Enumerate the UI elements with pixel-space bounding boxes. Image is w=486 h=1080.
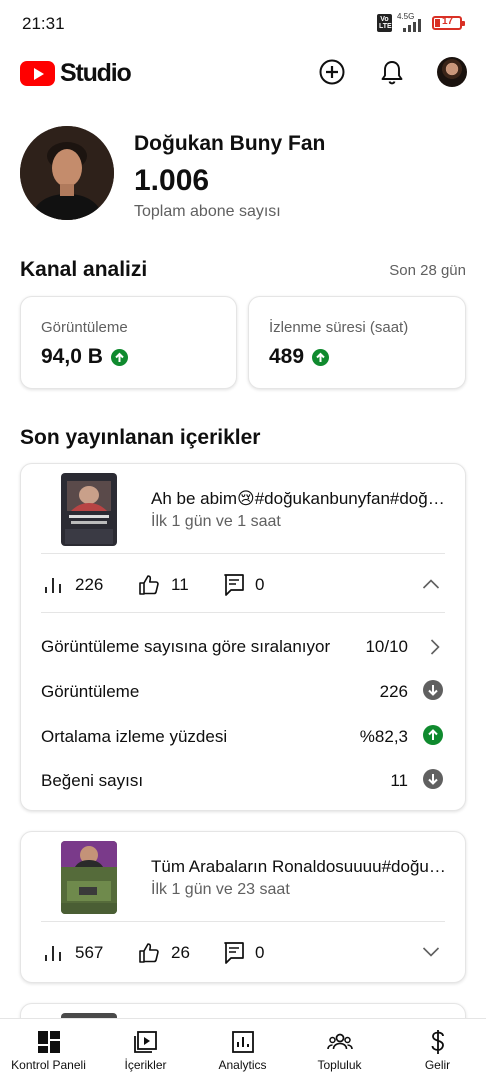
video-age: İlk 1 gün ve 23 saat	[151, 881, 290, 898]
metric-label: İzlenme süresi (saat)	[269, 319, 409, 336]
views-metric-card[interactable]: Görüntüleme 94,0 B	[20, 296, 237, 389]
comment-icon	[224, 574, 244, 596]
detail-row-value: 226	[379, 682, 408, 701]
likes-stat: 11	[137, 573, 189, 597]
detail-row-value: 11	[390, 771, 408, 790]
views-stat: 567	[43, 943, 103, 963]
channel-avatar[interactable]	[20, 126, 114, 220]
notifications-button[interactable]	[377, 57, 407, 87]
trend-up-icon	[423, 725, 443, 745]
trend-up-icon	[312, 348, 330, 366]
status-bar: 21:31 Vo LTE 4.5G 17	[0, 0, 486, 48]
app-header: Studio	[0, 50, 486, 96]
status-time: 21:31	[22, 14, 65, 33]
nav-earn[interactable]: Gelir	[389, 1019, 486, 1080]
detail-row-label: Beğeni sayısı	[41, 771, 144, 790]
watch-time-metric-card[interactable]: İzlenme süresi (saat) 489	[248, 296, 466, 389]
detail-row-label: Ortalama izleme yüzdesi	[41, 727, 228, 746]
video-card[interactable]: Ah be abim😢#doğukanbunyfan#doğukanbuny İ…	[20, 463, 466, 811]
analytics-period[interactable]: Son 28 gün	[389, 262, 466, 279]
bar-chart-icon	[45, 578, 61, 593]
recent-content-title: Son yayınlanan içerikler	[20, 426, 261, 449]
youtube-play-icon	[20, 61, 55, 86]
bell-icon	[381, 61, 403, 85]
logo-text: Studio	[60, 59, 132, 87]
comment-icon	[224, 942, 244, 964]
community-icon	[326, 1033, 353, 1050]
account-avatar[interactable]	[437, 57, 467, 87]
comments-stat: 0	[223, 573, 264, 597]
dollar-icon	[431, 1030, 444, 1054]
subscriber-label: Toplam abone sayısı	[134, 203, 281, 220]
nav-analytics[interactable]: Analytics	[194, 1019, 291, 1080]
thumbs-up-icon	[139, 575, 159, 595]
chevron-up-icon[interactable]	[422, 578, 440, 590]
nav-label: Analytics	[218, 1058, 267, 1072]
analytics-icon	[231, 1031, 254, 1053]
create-button[interactable]	[317, 57, 347, 87]
trend-down-icon	[423, 769, 443, 789]
likes-stat: 26	[137, 941, 190, 965]
video-thumbnail[interactable]	[61, 473, 117, 546]
detail-row-label: Görüntüleme	[41, 682, 140, 701]
nav-community[interactable]: Topluluk	[291, 1019, 388, 1080]
nav-label: Kontrol Paneli	[11, 1058, 86, 1072]
trend-up-icon	[110, 348, 128, 366]
chevron-right-icon[interactable]	[429, 638, 441, 656]
video-thumbnail[interactable]	[61, 841, 117, 914]
video-title[interactable]: Tüm Arabaların Ronaldosuuuu#doğukanbuny	[151, 857, 447, 877]
channel-name: Doğukan Buny Fan	[134, 132, 326, 155]
nav-label: Gelir	[424, 1058, 451, 1072]
nav-label: Topluluk	[317, 1058, 362, 1072]
chevron-down-icon[interactable]	[422, 946, 440, 958]
nav-label: İçerikler	[124, 1058, 167, 1072]
metric-value: 94,0 B	[41, 345, 128, 369]
detail-row-value: %82,3	[359, 727, 408, 746]
add-icon	[319, 59, 345, 85]
content-icon	[133, 1031, 157, 1053]
nav-content[interactable]: İçerikler	[97, 1019, 194, 1080]
signal-icon: 4.5G	[397, 12, 427, 32]
thumbs-up-icon	[139, 943, 159, 963]
detail-row-label[interactable]: Görüntüleme sayısına göre sıralanıyor	[41, 637, 330, 657]
views-stat: 226	[43, 575, 103, 595]
status-indicators: Vo LTE 4.5G 17	[377, 12, 465, 32]
subscriber-count: 1.006	[134, 164, 210, 197]
battery-level: 17	[442, 16, 454, 27]
battery-icon: 17	[432, 16, 465, 30]
youtube-studio-logo[interactable]: Studio	[20, 59, 132, 88]
metric-label: Görüntüleme	[41, 319, 128, 336]
nav-dashboard[interactable]: Kontrol Paneli	[0, 1019, 97, 1080]
dashboard-icon	[37, 1031, 60, 1053]
channel-analytics-title: Kanal analizi	[20, 258, 148, 281]
bar-chart-icon	[45, 946, 61, 961]
bottom-navigation: Kontrol Paneli İçerikler Analytics Toplu…	[0, 1018, 486, 1080]
metric-value: 489	[269, 345, 330, 369]
video-title[interactable]: Ah be abim😢#doğukanbunyfan#doğukanbuny	[151, 489, 447, 509]
comments-stat: 0	[223, 941, 264, 965]
video-age: İlk 1 gün ve 1 saat	[151, 513, 281, 530]
video-card[interactable]: Tüm Arabaların Ronaldosuuuu#doğukanbuny …	[20, 831, 466, 983]
trend-down-icon	[423, 680, 443, 700]
volte-icon: Vo LTE	[377, 14, 392, 32]
rank-value: 10/10	[365, 637, 408, 656]
